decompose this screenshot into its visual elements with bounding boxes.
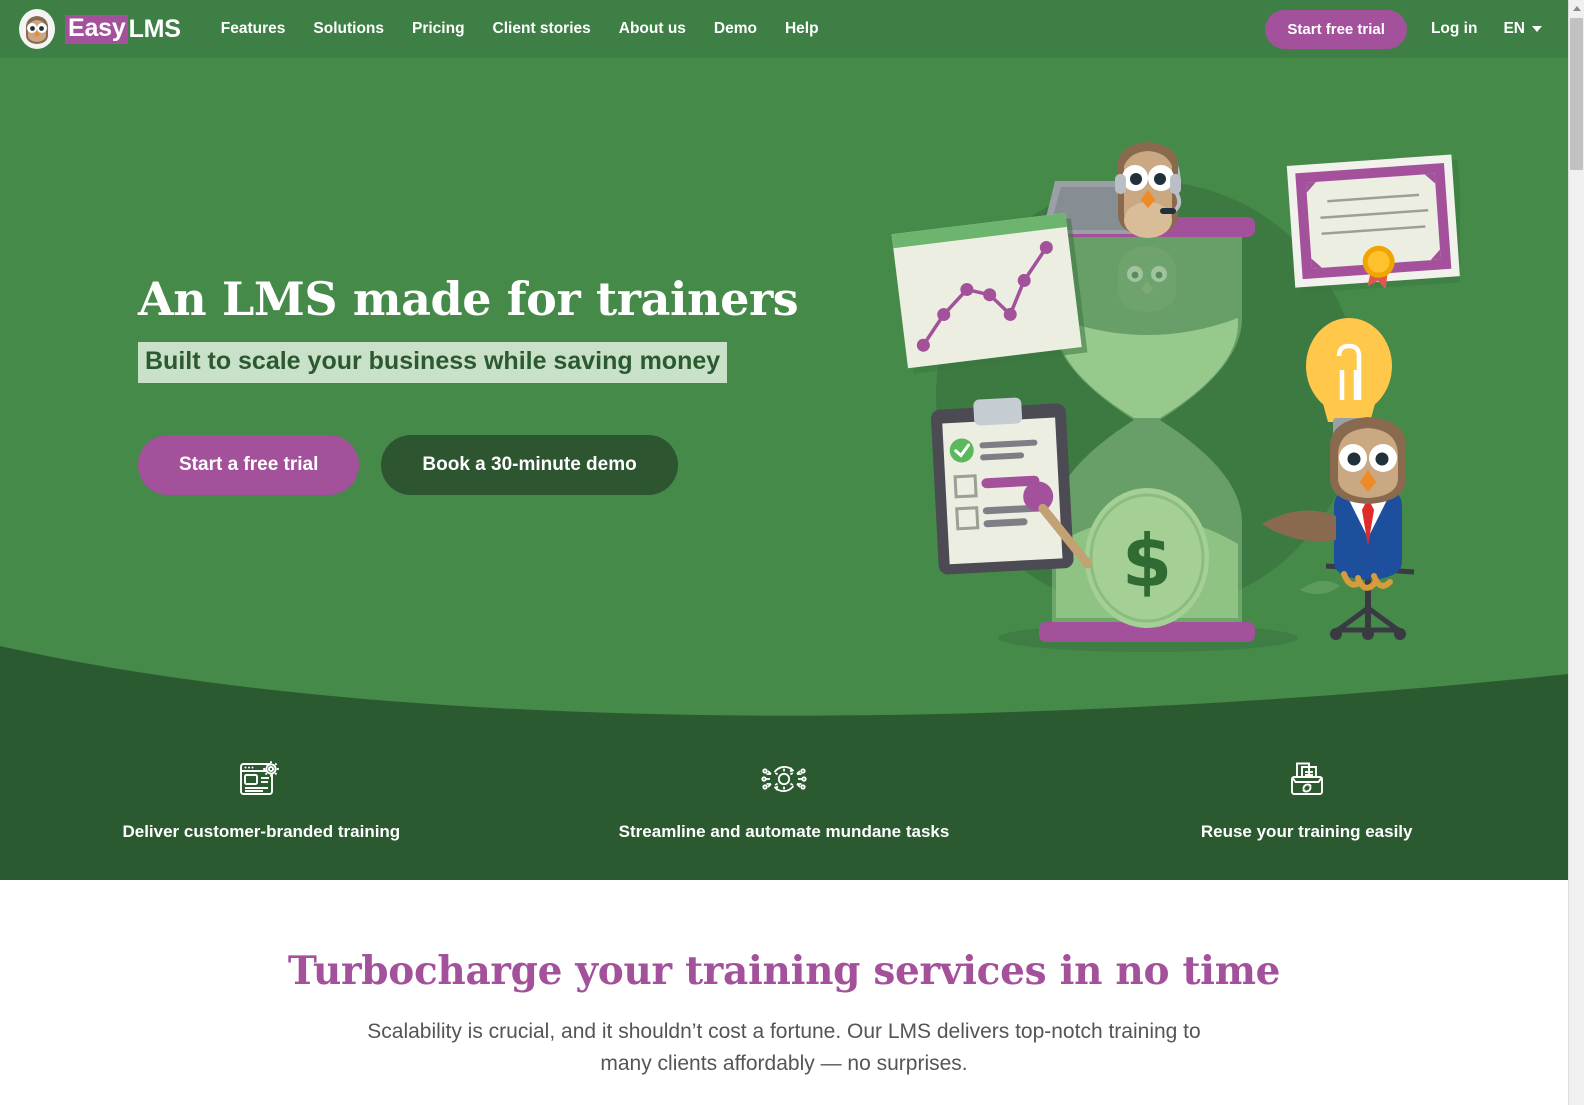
nav-links: Features Solutions Pricing Client storie… [207, 14, 833, 44]
nav-link-demo[interactable]: Demo [700, 14, 771, 44]
start-a-free-trial-button[interactable]: Start a free trial [138, 435, 360, 496]
start-free-trial-button[interactable]: Start free trial [1265, 9, 1407, 49]
hourglass-owls-illustration: $ [830, 138, 1467, 668]
brand-lms-text: LMS [128, 14, 181, 43]
language-selector[interactable]: EN [1493, 14, 1546, 44]
svg-text:$: $ [1122, 519, 1172, 603]
hero-copy: An LMS made for trainers Built to scale … [138, 272, 838, 496]
chevron-down-icon [1532, 26, 1542, 32]
feature-item-branded-training[interactable]: Deliver customer-branded training [0, 756, 523, 842]
hero-section: $ An LMS made for trainers Built to scal… [0, 58, 1568, 718]
site-navbar: Easy LMS Features Solutions Pricing Clien… [0, 0, 1568, 58]
hero-cta-group: Start a free trial Book a 30-minute demo [138, 435, 838, 496]
browser-gear-icon [238, 756, 284, 802]
hero-title: An LMS made for trainers [138, 272, 799, 326]
feature-label-reuse-training: Reuse your training easily [1200, 822, 1413, 841]
turbocharge-section: Turbocharge your training services in no… [0, 880, 1568, 1105]
scrollbar-up-arrow-icon[interactable] [1569, 0, 1584, 16]
nav-link-solutions[interactable]: Solutions [299, 14, 398, 44]
vertical-scrollbar[interactable] [1568, 0, 1584, 1105]
hero-subtitle-wrap: Built to scale your business while savin… [138, 341, 838, 384]
section-subtitle: Scalability is crucial, and it shouldn’t… [367, 1020, 1201, 1075]
log-in-link[interactable]: Log in [1415, 14, 1494, 44]
language-selector-label: EN [1503, 20, 1525, 37]
navbar-right-actions: Start free trial Log in EN [1265, 9, 1568, 49]
feature-label-automation: Streamline and automate mundane tasks [618, 822, 950, 841]
hero-subtitle: Built to scale your business while savin… [138, 341, 728, 384]
brand-easy-text: Easy [65, 14, 128, 44]
brand-text: Easy LMS [65, 14, 181, 44]
page-viewport: Easy LMS Features Solutions Pricing Clien… [0, 0, 1568, 1105]
feature-item-automation[interactable]: Streamline and automate mundane tasks [523, 756, 1046, 842]
nav-link-features[interactable]: Features [207, 14, 300, 44]
brand-logo[interactable]: Easy LMS [16, 8, 181, 50]
feature-band: Deliver customer-branded training Stream… [0, 718, 1568, 880]
nav-link-help[interactable]: Help [771, 14, 833, 44]
feature-band-columns: Deliver customer-branded training Stream… [0, 718, 1568, 880]
nav-link-about-us[interactable]: About us [605, 14, 700, 44]
section-title: Turbocharge your training services in no… [287, 948, 1281, 994]
nav-link-pricing[interactable]: Pricing [398, 14, 479, 44]
scrollbar-thumb[interactable] [1570, 18, 1583, 170]
feature-item-reuse-training[interactable]: Reuse your training easily [1045, 756, 1568, 842]
nav-link-client-stories[interactable]: Client stories [479, 14, 605, 44]
feature-label-branded-training: Deliver customer-branded training [122, 822, 401, 841]
owl-logo-icon [16, 8, 58, 50]
automation-gear-icon [761, 756, 807, 802]
book-a-demo-button[interactable]: Book a 30-minute demo [381, 435, 678, 496]
recycle-documents-icon [1284, 756, 1330, 802]
